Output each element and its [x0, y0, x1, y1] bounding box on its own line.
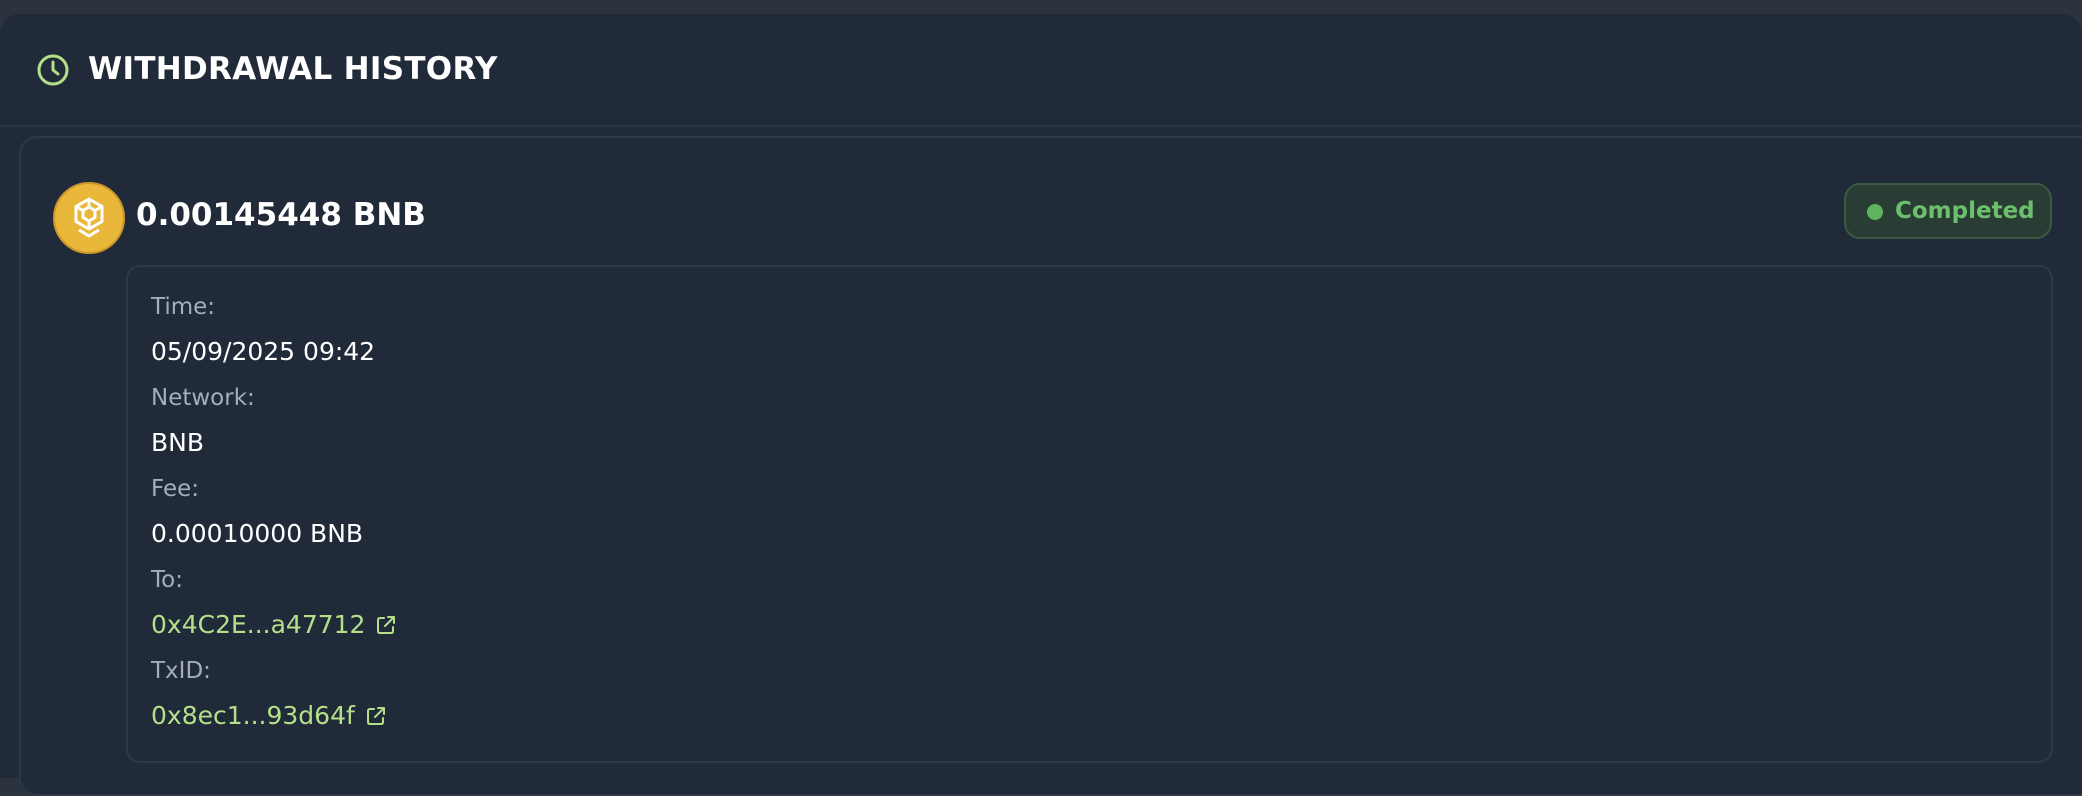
external-link-icon[interactable] — [375, 614, 397, 636]
txid-text: 0x8ec1...93d64f — [151, 701, 355, 730]
status-dot-icon — [1867, 204, 1883, 220]
bnb-icon — [53, 182, 125, 254]
clock-icon — [37, 54, 69, 86]
status-badge: Completed — [1844, 183, 2052, 239]
network-label: Network: — [151, 385, 255, 411]
panel-header: WITHDRAWAL HISTORY — [0, 14, 2082, 127]
page-title: WITHDRAWAL HISTORY — [88, 51, 498, 87]
to-address-text: 0x4C2E...a47712 — [151, 610, 366, 639]
withdrawal-amount: 0.00145448 BNB — [136, 197, 426, 233]
fee-value: 0.00010000 BNB — [151, 519, 364, 548]
time-label: Time: — [151, 294, 216, 320]
to-address-link[interactable]: 0x4C2E...a47712 — [151, 609, 397, 641]
external-link-icon[interactable] — [365, 705, 387, 727]
txid-link[interactable]: 0x8ec1...93d64f — [151, 700, 387, 732]
status-label: Completed — [1895, 198, 2035, 224]
fee-label: Fee: — [151, 476, 200, 502]
withdrawal-details — [126, 265, 2053, 763]
to-label: To: — [151, 567, 183, 593]
network-value: BNB — [151, 428, 205, 457]
time-value: 05/09/2025 09:42 — [151, 337, 376, 366]
txid-label: TxID: — [151, 658, 211, 684]
